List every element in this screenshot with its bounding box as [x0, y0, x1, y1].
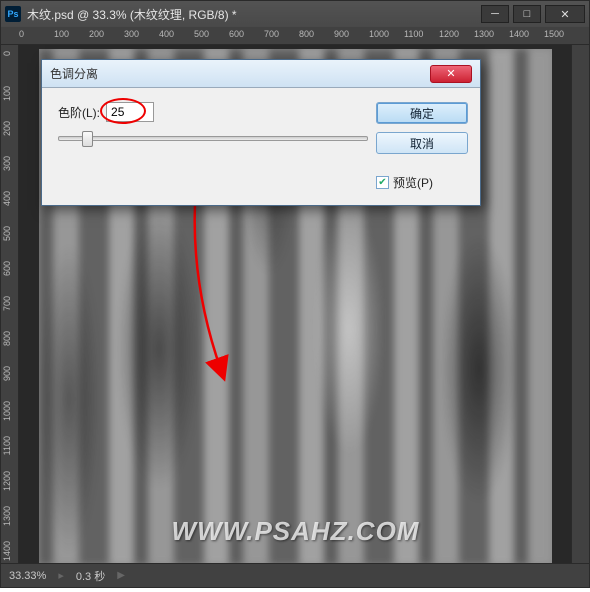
preview-row: ✔ 预览(P)	[376, 174, 468, 191]
ruler-h-tick: 0	[19, 29, 24, 39]
levels-label: 色阶(L):	[58, 104, 100, 121]
app-icon: Ps	[5, 6, 21, 22]
ruler-vertical: 0 100 200 300 400 500 600 700 800 900 1000 1100 1200…	[1, 45, 19, 565]
vertical-scrollbar[interactable]	[571, 45, 589, 563]
window-controls: ─ □ ✕	[481, 5, 585, 23]
ruler-v-tick: 300	[2, 156, 12, 171]
ruler-v-tick: 100	[2, 86, 12, 101]
ruler-v-tick: 500	[2, 226, 12, 241]
ruler-v-tick: 0	[2, 51, 12, 56]
ruler-h-tick: 400	[159, 29, 174, 39]
statusbar-play-icon[interactable]: ▶	[117, 570, 125, 581]
ruler-h-tick: 1000	[369, 29, 389, 39]
ruler-v-tick: 1100	[2, 436, 12, 455]
dialog-title: 色调分离	[50, 65, 98, 82]
ruler-h-tick: 200	[89, 29, 104, 39]
dialog-right-pane: 确定 取消 ✔ 预览(P)	[376, 102, 468, 191]
cancel-button[interactable]: 取消	[376, 132, 468, 154]
ruler-h-tick: 800	[299, 29, 314, 39]
statusbar: 33.33% ▸ 0.3 秒 ▶	[1, 563, 589, 587]
ruler-h-tick: 1100	[404, 29, 423, 39]
ruler-h-tick: 700	[264, 29, 279, 39]
preview-label: 预览(P)	[393, 174, 433, 191]
ruler-horizontal: 0 100 200 300 400 500 600 700 800 900 1000 1100 1200…	[1, 27, 589, 45]
watermark-text: WWW.PSAHZ.COM	[39, 516, 552, 547]
ruler-h-tick: 100	[54, 29, 69, 39]
levels-field-row: 色阶(L):	[58, 102, 368, 122]
titlebar: Ps 木纹.psd @ 33.3% (木纹纹理, RGB/8) * ─ □ ✕	[1, 1, 589, 27]
ruler-h-tick: 1200	[439, 29, 459, 39]
minimize-button[interactable]: ─	[481, 5, 509, 23]
app-window: Ps 木纹.psd @ 33.3% (木纹纹理, RGB/8) * ─ □ ✕ …	[0, 0, 590, 588]
ruler-v-tick: 1000	[2, 401, 12, 421]
ruler-v-tick: 400	[2, 191, 12, 206]
posterize-dialog: 色调分离 ✕ 色阶(L): 确定 取消 ✔ 预览(P)	[41, 59, 481, 206]
ruler-h-tick: 1500	[544, 29, 564, 39]
ruler-v-tick: 200	[2, 121, 12, 136]
ruler-h-tick: 1300	[474, 29, 494, 39]
ruler-h-tick: 300	[124, 29, 139, 39]
ruler-h-tick: 500	[194, 29, 209, 39]
statusbar-separator: ▸	[58, 569, 64, 582]
ruler-h-tick: 1400	[509, 29, 529, 39]
document-title: 木纹.psd @ 33.3% (木纹纹理, RGB/8) *	[27, 6, 237, 23]
ruler-v-tick: 800	[2, 331, 12, 346]
ruler-v-tick: 1300	[2, 506, 12, 526]
status-time: 0.3 秒	[76, 568, 105, 584]
ruler-h-tick: 900	[334, 29, 349, 39]
ruler-v-tick: 600	[2, 261, 12, 276]
zoom-level[interactable]: 33.33%	[9, 570, 46, 582]
dialog-close-button[interactable]: ✕	[430, 65, 472, 83]
slider-rail	[58, 136, 368, 141]
levels-slider[interactable]	[58, 130, 368, 148]
ruler-h-tick: 600	[229, 29, 244, 39]
preview-checkbox[interactable]: ✔	[376, 176, 389, 189]
dialog-body: 色阶(L): 确定 取消 ✔ 预览(P)	[42, 88, 480, 205]
close-window-button[interactable]: ✕	[545, 5, 585, 23]
dialog-titlebar[interactable]: 色调分离 ✕	[42, 60, 480, 88]
ruler-v-tick: 700	[2, 296, 12, 311]
ok-button[interactable]: 确定	[376, 102, 468, 124]
maximize-button[interactable]: □	[513, 5, 541, 23]
dialog-left-pane: 色阶(L):	[58, 102, 368, 191]
ruler-v-tick: 1200	[2, 471, 12, 491]
levels-input[interactable]	[106, 102, 154, 122]
ruler-v-tick: 900	[2, 366, 12, 381]
ruler-v-tick: 1400	[2, 541, 12, 561]
slider-thumb[interactable]	[82, 131, 93, 147]
